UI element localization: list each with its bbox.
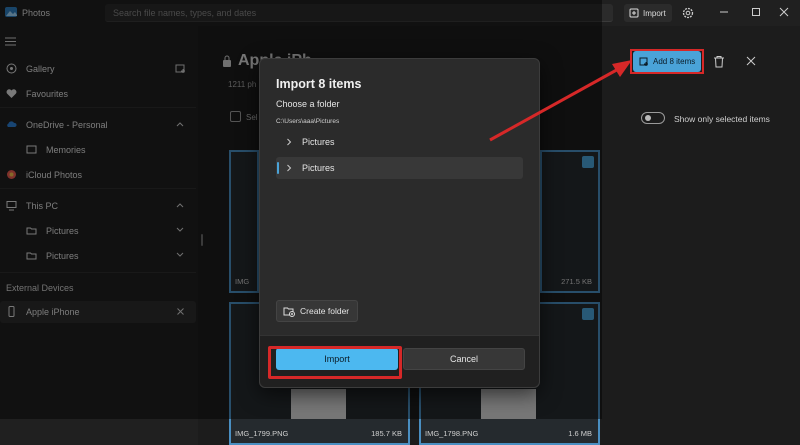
annotation-arrow [489,60,632,142]
